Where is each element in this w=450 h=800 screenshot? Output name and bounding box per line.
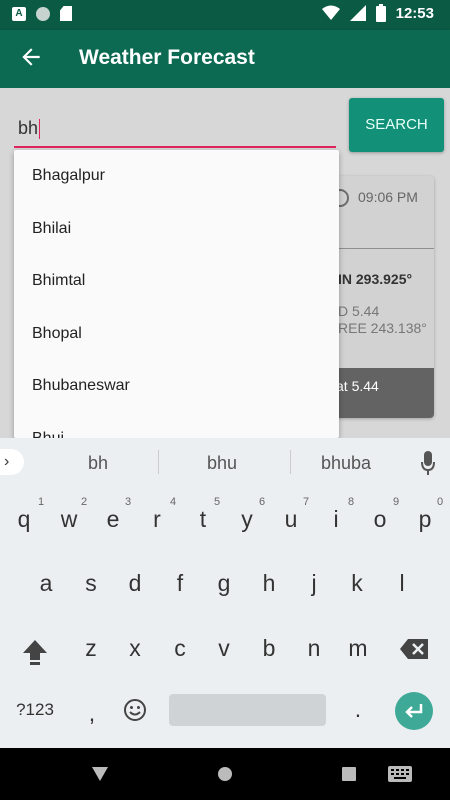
- key-q[interactable]: q: [9, 506, 39, 533]
- key-i[interactable]: i: [321, 506, 351, 533]
- key-y[interactable]: y: [232, 506, 262, 533]
- key-f[interactable]: f: [165, 570, 195, 597]
- battery-icon: [375, 4, 386, 22]
- enter-icon: [405, 704, 423, 718]
- keyboard-suggestion[interactable]: bh: [88, 453, 108, 474]
- key-j[interactable]: j: [299, 570, 329, 597]
- app-bar: Weather Forecast: [0, 30, 450, 88]
- emoji-icon[interactable]: [123, 698, 147, 722]
- key-p[interactable]: p: [410, 506, 440, 533]
- signal-icon: [349, 5, 366, 21]
- card-divider: [328, 248, 434, 249]
- a-notification-icon: A: [12, 6, 26, 21]
- key-n[interactable]: n: [299, 635, 329, 662]
- key-d[interactable]: d: [120, 570, 150, 597]
- search-input-value: bh: [18, 118, 39, 138]
- key-m[interactable]: m: [339, 635, 377, 662]
- temperature-text: IN 293.925°: [338, 271, 413, 287]
- page-title: Weather Forecast: [79, 46, 255, 69]
- search-button[interactable]: SEARCH: [349, 98, 444, 152]
- key-c[interactable]: c: [165, 635, 195, 662]
- key-z[interactable]: z: [76, 635, 106, 662]
- key-u[interactable]: u: [276, 506, 306, 533]
- enter-key[interactable]: [395, 692, 433, 730]
- key-o[interactable]: o: [365, 506, 395, 533]
- suggestion-divider: [158, 450, 159, 474]
- backspace-icon[interactable]: [400, 639, 428, 659]
- key-g[interactable]: g: [209, 570, 239, 597]
- wind-speed-text: D 5.44: [338, 303, 380, 319]
- suggestion-divider: [290, 450, 291, 474]
- suggestion-item[interactable]: Bhuj: [14, 413, 339, 439]
- arrow-left-icon[interactable]: [18, 44, 44, 70]
- key-a[interactable]: a: [31, 570, 61, 597]
- wind-degree-text: REE 243.138°: [338, 320, 427, 336]
- key-k[interactable]: k: [342, 570, 372, 597]
- chevron-right-icon[interactable]: ›: [0, 449, 24, 475]
- status-time: 12:53: [395, 4, 434, 22]
- suggestion-item[interactable]: Bhilai: [14, 203, 339, 256]
- recents-square-icon[interactable]: [342, 767, 356, 781]
- mic-icon[interactable]: [421, 451, 435, 475]
- suggestion-item[interactable]: Bhagalpur: [14, 150, 339, 203]
- text-caret: [39, 119, 41, 140]
- comma-key[interactable]: ,: [80, 700, 104, 727]
- key-w[interactable]: w: [52, 506, 86, 533]
- home-circle-icon[interactable]: [217, 766, 233, 782]
- shift-icon[interactable]: [21, 638, 49, 666]
- key-e[interactable]: e: [98, 506, 128, 533]
- key-s[interactable]: s: [76, 570, 106, 597]
- key-v[interactable]: v: [209, 635, 239, 662]
- keyboard-suggestion[interactable]: bhuba: [321, 453, 371, 474]
- key-l[interactable]: l: [387, 570, 417, 597]
- space-bar[interactable]: [169, 694, 326, 726]
- circle-notification-icon: [36, 6, 50, 21]
- symbols-key[interactable]: ?123: [8, 700, 62, 720]
- suggestions-dropdown: Bhagalpur Bhilai Bhimtal Bhopal Bhubanes…: [14, 150, 339, 438]
- keyboard-switch-icon[interactable]: [388, 766, 412, 782]
- keyboard-suggestion[interactable]: bhu: [207, 453, 237, 474]
- key-h[interactable]: h: [254, 570, 284, 597]
- wifi-icon: [321, 5, 340, 20]
- search-input[interactable]: bh: [14, 116, 336, 148]
- suggestion-item[interactable]: Bhubaneswar: [14, 360, 339, 413]
- key-r[interactable]: r: [142, 506, 172, 533]
- sd-card-icon: [60, 6, 72, 21]
- key-x[interactable]: x: [120, 635, 150, 662]
- keyboard-suggestion-strip: › bh bhu bhuba: [0, 438, 450, 488]
- key-b[interactable]: b: [254, 635, 284, 662]
- suggestion-item[interactable]: Bhimtal: [14, 255, 339, 308]
- soft-keyboard: › bh bhu bhuba 1 q 2 w 3 e 4 r 5 t 6 y 7…: [0, 438, 450, 748]
- forecast-time: 09:06 PM: [358, 189, 418, 205]
- status-bar: A 12:53: [0, 0, 450, 30]
- key-t[interactable]: t: [188, 506, 218, 533]
- suggestion-item[interactable]: Bhopal: [14, 308, 339, 361]
- back-triangle-icon[interactable]: [92, 767, 108, 781]
- navigation-bar: [0, 748, 450, 800]
- period-key[interactable]: .: [346, 696, 370, 723]
